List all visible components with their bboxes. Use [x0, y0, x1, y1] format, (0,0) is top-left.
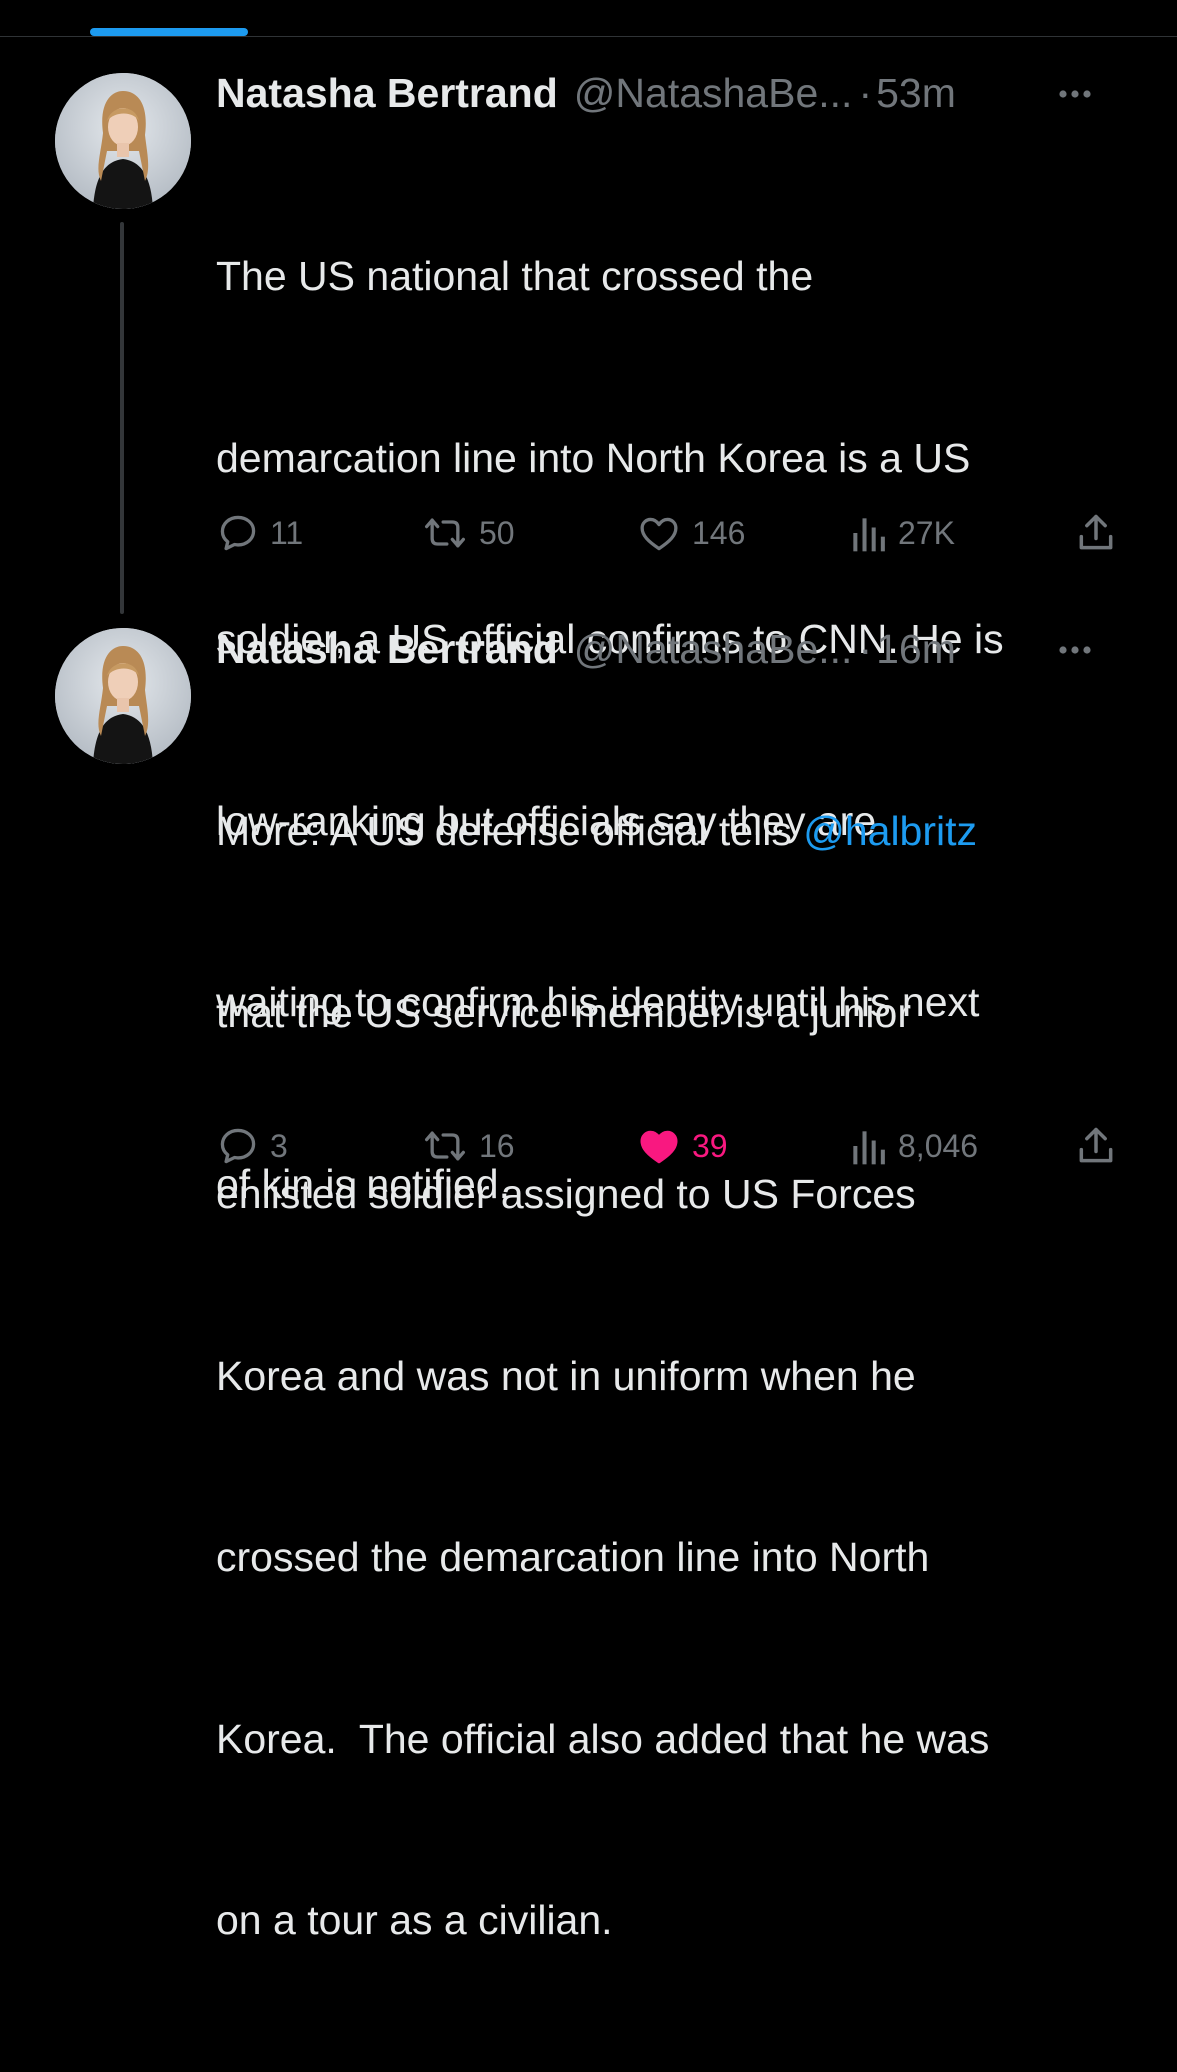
like-icon [636, 511, 682, 555]
like-button[interactable]: 146 [636, 510, 745, 556]
retweet-button[interactable]: 16 [421, 1123, 515, 1169]
header-separator: · [858, 626, 873, 672]
share-icon [1074, 511, 1118, 555]
views-button[interactable]: 27K [848, 510, 955, 556]
tweet-text-line: Korea. The official also added that he w… [216, 1715, 990, 1762]
tweet-actions: 11 50 146 27K [216, 510, 1136, 556]
retweet-icon [421, 1124, 469, 1168]
tweet-text-line: on a tour as a civilian. [216, 1897, 613, 1943]
tweet-text-line: Korea and was not in uniform when he [216, 1352, 916, 1399]
header-separator: · [858, 70, 873, 116]
thread-connector-line [120, 222, 124, 614]
author-avatar[interactable] [55, 73, 191, 209]
views-count: 8,046 [898, 1128, 979, 1164]
author-handle[interactable]: @NatashaBe... [574, 68, 853, 118]
like-filled-icon [636, 1124, 682, 1168]
retweet-count: 50 [479, 515, 515, 551]
tweet-actions: 3 16 39 8,046 [216, 1123, 1136, 1169]
author-avatar[interactable] [55, 628, 191, 764]
reply-icon [216, 1124, 260, 1168]
reply-count: 3 [270, 1128, 288, 1164]
reply-icon [216, 511, 260, 555]
author-name[interactable]: Natasha Bertrand [216, 624, 558, 674]
author-handle[interactable]: @NatashaBe... [574, 624, 853, 674]
tweet-text-line: crossed the demarcation line into North [216, 1534, 930, 1580]
reply-count: 11 [270, 515, 304, 551]
active-tab-indicator [90, 28, 248, 36]
tweet-text-line: enlisted soldier assigned to US Forces [216, 1171, 916, 1217]
views-count: 27K [898, 515, 955, 551]
like-button[interactable]: 39 [636, 1123, 728, 1169]
like-count: 39 [692, 1128, 728, 1164]
tweet-text-line: demarcation line into North Korea is a U… [216, 434, 971, 481]
share-button[interactable] [1074, 510, 1118, 556]
tweet-text-line: More: A US defense official tells @halbr… [216, 801, 1136, 862]
share-icon [1074, 1124, 1118, 1168]
tweet-text-line: that the US service member is a junior [216, 989, 911, 1036]
retweet-icon [421, 511, 469, 555]
tweet-header: Natasha Bertrand @NatashaBe... · 53m [216, 68, 1157, 118]
tweet-text-prefix: More: A US defense official tells [216, 808, 804, 854]
share-button[interactable] [1074, 1123, 1118, 1169]
reply-button[interactable]: 3 [216, 1123, 288, 1169]
views-icon [848, 511, 888, 555]
tweet-header: Natasha Bertrand @NatashaBe... · 16m [216, 624, 1157, 674]
author-name[interactable]: Natasha Bertrand [216, 68, 558, 118]
top-tab-divider [0, 36, 1177, 37]
retweet-button[interactable]: 50 [421, 510, 515, 556]
views-button[interactable]: 8,046 [848, 1123, 978, 1169]
mention-link[interactable]: @halbritz [803, 808, 977, 854]
like-count: 146 [692, 515, 746, 551]
tweet-timestamp[interactable]: 16m [876, 624, 956, 674]
more-icon[interactable] [1055, 630, 1095, 670]
views-icon [848, 1124, 888, 1168]
reply-button[interactable]: 11 [216, 510, 303, 556]
tweet-text-line: The US national that crossed the [216, 253, 814, 299]
tweet-timestamp[interactable]: 53m [876, 68, 956, 118]
retweet-count: 16 [479, 1128, 515, 1164]
more-icon[interactable] [1055, 74, 1095, 114]
tweet-text: More: A US defense official tells @halbr… [216, 680, 1136, 2072]
